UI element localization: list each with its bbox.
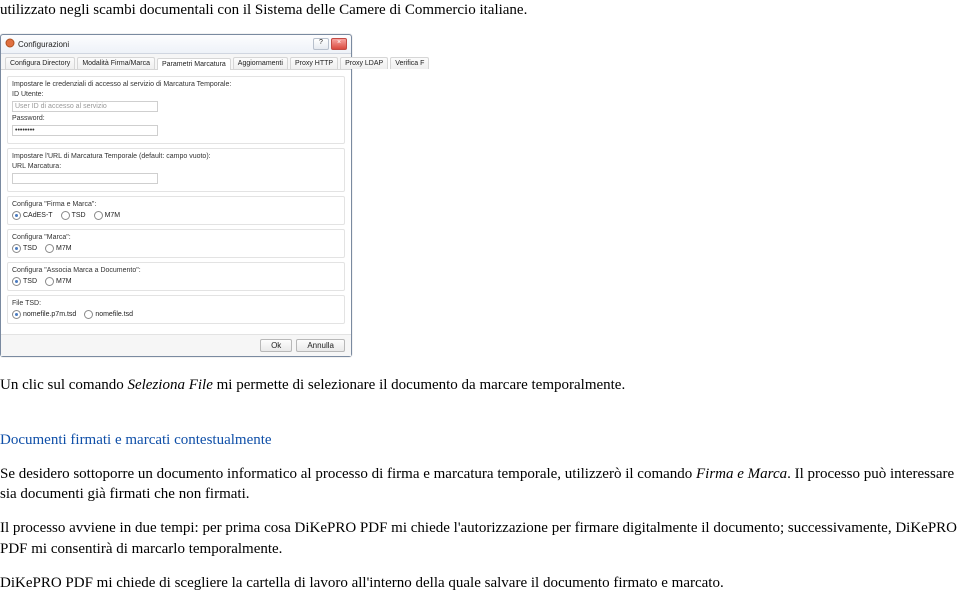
marca-section: Configura "Marca": TSD M7M <box>7 229 345 258</box>
associa-title: Configura "Associa Marca a Documento": <box>12 267 340 274</box>
titlebar: Configurazioni ? × <box>1 35 351 54</box>
tab-proxy-http[interactable]: Proxy HTTP <box>290 57 338 69</box>
id-label: ID Utente: <box>12 91 44 98</box>
radio-tsd-4[interactable]: TSD <box>12 244 37 253</box>
file-tsd-section: File TSD: nomefile.p7m.tsd nomefile.tsd <box>7 295 345 324</box>
after-dialog-pre: Un clic sul comando <box>0 377 127 393</box>
section-heading: Documenti firmati e marcati contestualme… <box>0 430 960 450</box>
close-icon[interactable]: × <box>331 38 347 50</box>
after-dialog-italic: Seleziona File <box>127 377 212 393</box>
url-label: URL Marcatura: <box>12 163 61 170</box>
radio-m7m-3[interactable]: M7M <box>94 211 121 220</box>
radio-file-tsd[interactable]: nomefile.tsd <box>84 310 133 319</box>
tab-configura-directory[interactable]: Configura Directory <box>5 57 75 69</box>
dialog-title: Configurazioni <box>18 40 69 49</box>
after-dialog-post: mi permette di selezionare il documento … <box>213 377 625 393</box>
tab-modalita-firma-marca[interactable]: Modalità Firma/Marca <box>77 57 155 69</box>
firma-marca-title: Configura "Firma e Marca": <box>12 201 340 208</box>
p1-i: Firma e Marca <box>696 466 787 482</box>
associa-section: Configura "Associa Marca a Documento": T… <box>7 262 345 291</box>
file-tsd-title: File TSD: <box>12 300 340 307</box>
p3-text: DiKePRO PDF mi chiede di scegliere la ca… <box>0 575 724 591</box>
ok-button[interactable]: Ok <box>260 339 292 352</box>
p2-text: Il processo avviene in due tempi: per pr… <box>0 520 957 556</box>
pwd-input[interactable]: •••••••• <box>12 125 158 136</box>
tab-verifica[interactable]: Verifica F <box>390 57 429 69</box>
radio-m7m-5[interactable]: M7M <box>45 277 72 286</box>
button-row: Ok Annulla <box>1 334 351 356</box>
radio-tsd-5[interactable]: TSD <box>12 277 37 286</box>
radio-cades-t[interactable]: CAdES-T <box>12 211 53 220</box>
paragraph-2: Il processo avviene in due tempi: per pr… <box>0 518 960 559</box>
url-input[interactable] <box>12 173 158 184</box>
tab-parametri-marcatura[interactable]: Parametri Marcatura <box>157 58 231 70</box>
tab-aggiornamenti[interactable]: Aggiornamenti <box>233 57 288 69</box>
radio-m7m-4[interactable]: M7M <box>45 244 72 253</box>
heading-text: Documenti firmati e marcati contestualme… <box>0 432 272 448</box>
pwd-label: Password: <box>12 115 45 122</box>
p1-a: Se desidero sottoporre un documento info… <box>0 466 696 482</box>
url-section: Impostare l'URL di Marcatura Temporale (… <box>7 148 345 192</box>
radio-file-p7m-tsd[interactable]: nomefile.p7m.tsd <box>12 310 76 319</box>
id-input[interactable]: User ID di accesso al servizio <box>12 101 158 112</box>
after-dialog-paragraph: Un clic sul comando Seleziona File mi pe… <box>0 375 960 395</box>
intro-text: utilizzato negli scambi documentali con … <box>0 2 527 18</box>
url-title: Impostare l'URL di Marcatura Temporale (… <box>12 153 340 160</box>
config-dialog: Configurazioni ? × Configura Directory M… <box>0 34 352 357</box>
tab-bar: Configura Directory Modalità Firma/Marca… <box>1 54 351 70</box>
credentials-title: Impostare le credenziali di accesso al s… <box>12 81 340 88</box>
radio-tsd-3[interactable]: TSD <box>61 211 86 220</box>
firma-marca-section: Configura "Firma e Marca": CAdES-T TSD M… <box>7 196 345 225</box>
app-icon <box>5 38 15 50</box>
cancel-button[interactable]: Annulla <box>296 339 345 352</box>
marca-title: Configura "Marca": <box>12 234 340 241</box>
intro-paragraph: utilizzato negli scambi documentali con … <box>0 0 960 20</box>
credentials-section: Impostare le credenziali di accesso al s… <box>7 76 345 144</box>
dialog-body: Impostare le credenziali di accesso al s… <box>1 70 351 334</box>
tab-proxy-ldap[interactable]: Proxy LDAP <box>340 57 388 69</box>
help-icon[interactable]: ? <box>313 38 329 50</box>
paragraph-3: DiKePRO PDF mi chiede di scegliere la ca… <box>0 573 960 593</box>
paragraph-1: Se desidero sottoporre un documento info… <box>0 464 960 505</box>
